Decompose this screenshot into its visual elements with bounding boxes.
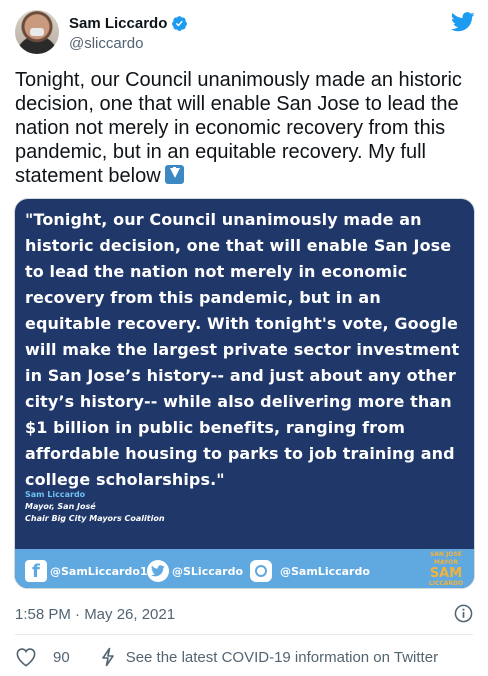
tweet-image[interactable]: "Tonight, our Council unanimously made a…	[14, 198, 475, 589]
logo-big: SAM	[429, 566, 463, 581]
logo-bottom: LICCARDO	[428, 580, 464, 587]
signature-role: Chair Big City Mayors Coalition	[25, 514, 165, 523]
twitter-icon	[147, 560, 169, 582]
tweet-timestamp[interactable]: 1:58 PM · May 26, 2021	[15, 606, 175, 623]
facebook-icon: f	[25, 560, 47, 582]
signature-name: Sam Liccardo	[25, 490, 86, 499]
facebook-social: f @SamLiccardo1	[25, 560, 148, 582]
twitter-bird-icon[interactable]	[451, 12, 475, 32]
covid-info-link[interactable]: See the latest COVID-19 information on T…	[126, 649, 438, 666]
divider	[15, 634, 473, 635]
tweet-actions: 90 See the latest COVID-19 information o…	[15, 646, 438, 668]
author-handle[interactable]: @sliccardo	[69, 35, 143, 52]
mayor-logo: SAN JOSÉ MAYOR SAM LICCARDO	[426, 551, 466, 588]
lightning-bolt-icon	[101, 647, 114, 667]
instagram-icon	[250, 560, 272, 582]
like-count[interactable]: 90	[53, 649, 70, 666]
logo-top: SAN JOSÉ	[430, 551, 462, 558]
tweet-card: Sam Liccardo @sliccardo Tonight, our Cou…	[0, 0, 488, 676]
heart-icon[interactable]	[15, 647, 37, 667]
statement-signature: Sam Liccardo Mayor, San José Chair Big C…	[25, 489, 165, 525]
social-band: f @SamLiccardo1 @SLiccardo @SamLiccardo …	[15, 549, 474, 588]
twitter-handle: @SLiccardo	[172, 564, 244, 578]
instagram-handle: @SamLiccardo	[280, 564, 370, 578]
author-name-row[interactable]: Sam Liccardo	[69, 14, 188, 32]
facebook-handle: @SamLiccardo1	[50, 564, 148, 578]
down-arrow-emoji-icon	[164, 165, 184, 184]
tweet-body: Tonight, our Council unanimously made an…	[15, 69, 462, 187]
statement-quote: "Tonight, our Council unanimously made a…	[25, 210, 460, 489]
tweet-text: Tonight, our Council unanimously made an…	[15, 68, 475, 188]
instagram-social: @SamLiccardo	[250, 560, 370, 582]
author-name[interactable]: Sam Liccardo	[69, 15, 167, 32]
verified-badge-icon	[172, 15, 188, 31]
signature-title: Mayor, San José	[25, 502, 96, 511]
twitter-social: @SLiccardo	[147, 560, 243, 582]
info-icon[interactable]	[454, 604, 473, 623]
tweet-header: Sam Liccardo @sliccardo	[15, 10, 475, 58]
avatar[interactable]	[15, 10, 59, 54]
